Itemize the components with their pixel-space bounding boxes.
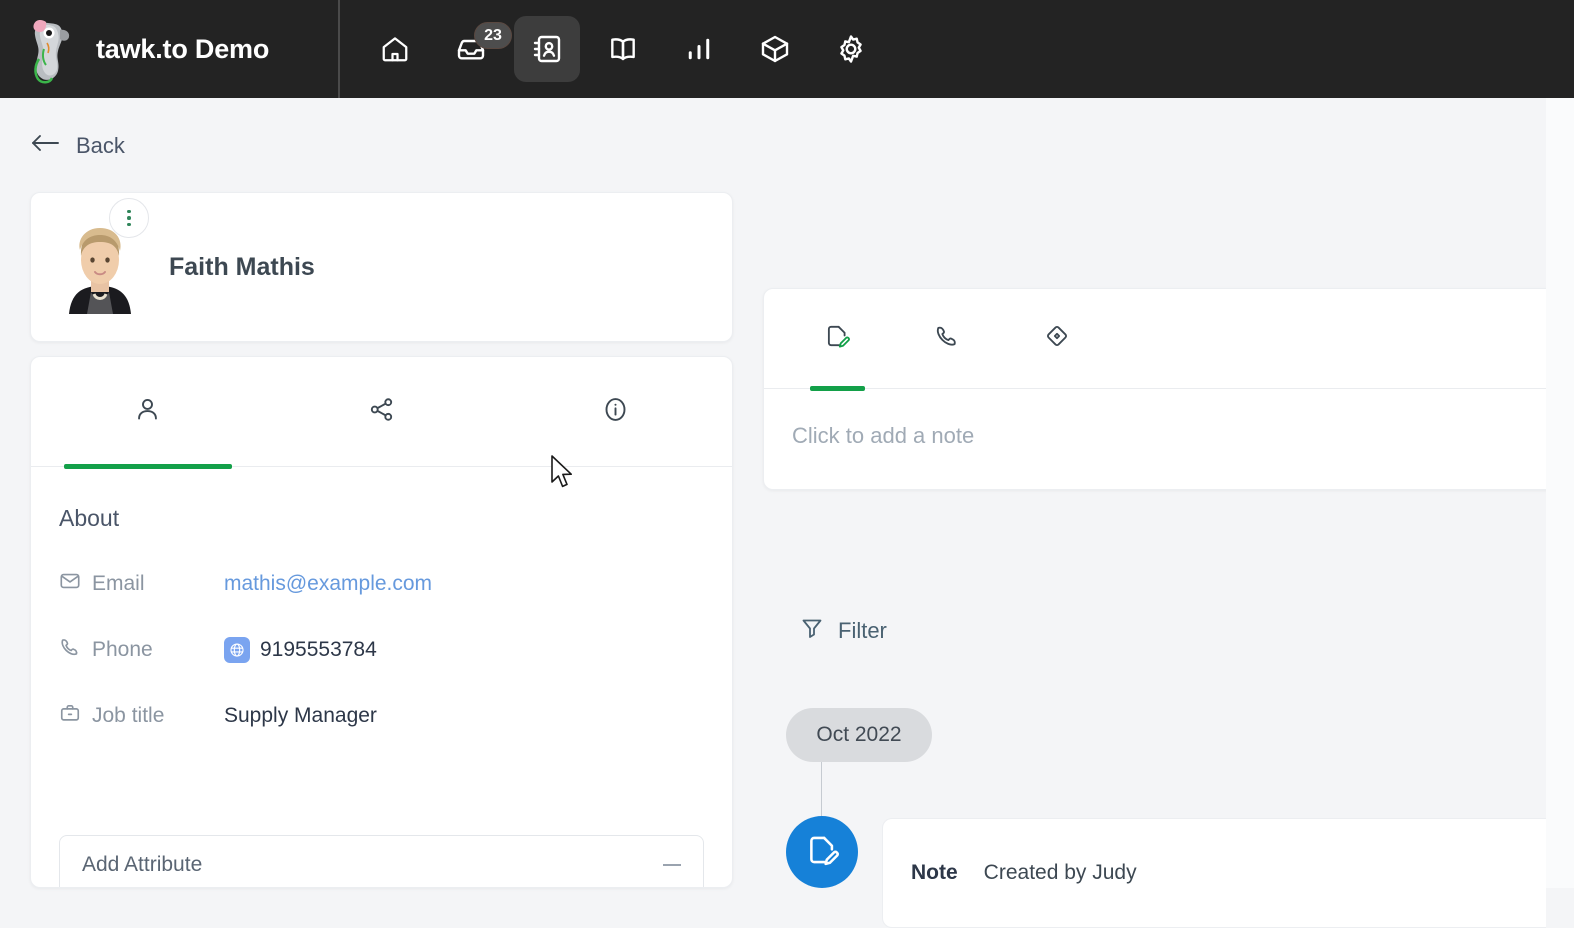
tab-call[interactable] xyxy=(892,289,1002,389)
phone-value-text: 9195553784 xyxy=(260,638,377,662)
attribute-row-job-title: Job title Supply Manager xyxy=(31,702,732,730)
country-flag-icon xyxy=(224,637,250,663)
attribute-row-email: Email mathis@example.com xyxy=(31,570,732,598)
avatar-wrapper xyxy=(61,220,139,314)
attribute-key-phone: Phone xyxy=(59,636,224,664)
info-icon xyxy=(602,396,629,428)
note-edit-icon xyxy=(805,833,839,872)
nav-item-shop[interactable] xyxy=(742,16,808,82)
tab-tag-indicator xyxy=(1030,386,1085,391)
activity-composer-card: Click to add a note xyxy=(763,288,1574,490)
brand-name: tawk.to Demo xyxy=(96,34,269,65)
person-icon xyxy=(134,396,161,428)
attribute-key-job-title: Job title xyxy=(59,702,224,730)
add-attribute-field[interactable]: Add Attribute xyxy=(59,835,704,888)
tab-tag[interactable] xyxy=(1002,289,1112,389)
tag-icon xyxy=(1044,323,1070,354)
attribute-value-email[interactable]: mathis@example.com xyxy=(224,572,432,596)
briefcase-icon xyxy=(59,702,81,730)
attribute-label-job-title: Job title xyxy=(92,704,164,728)
note-input-placeholder[interactable]: Click to add a note xyxy=(764,389,1574,449)
funnel-icon xyxy=(800,616,824,645)
nav-item-home[interactable] xyxy=(362,16,428,82)
tab-connections[interactable] xyxy=(265,357,499,467)
attribute-value-job-title[interactable]: Supply Manager xyxy=(224,704,377,728)
profile-summary-card: Faith Mathis xyxy=(30,192,733,342)
contact-detail-card: About Email mathis@example.com xyxy=(30,356,733,888)
tab-call-indicator xyxy=(920,386,975,391)
filter-button[interactable]: Filter xyxy=(800,616,887,645)
nav-item-inbox[interactable]: 23 xyxy=(438,16,504,82)
attribute-key-email: Email xyxy=(59,570,224,598)
brand-area[interactable]: tawk.to Demo xyxy=(0,0,340,98)
nav-item-reporting[interactable] xyxy=(666,16,732,82)
profile-name: Faith Mathis xyxy=(169,253,315,282)
tab-note-indicator xyxy=(810,386,865,391)
activity-composer-tabs xyxy=(764,289,1574,389)
nav-item-settings[interactable] xyxy=(818,16,884,82)
about-section-title: About xyxy=(59,505,732,532)
back-button[interactable]: Back xyxy=(30,132,125,159)
page-scrollbar-gutter[interactable] xyxy=(1546,98,1574,888)
envelope-icon xyxy=(59,570,81,598)
tab-about[interactable] xyxy=(31,357,265,467)
attribute-row-phone: Phone 9195553784 xyxy=(31,636,732,664)
timeline-entry-card[interactable]: Note Created by Judy xyxy=(882,818,1546,928)
minus-icon[interactable] xyxy=(663,864,681,866)
profile-options-kebab-menu-icon[interactable] xyxy=(109,198,149,238)
nav-item-contacts[interactable] xyxy=(514,16,580,82)
inbox-unread-badge: 23 xyxy=(474,22,512,49)
job-title-value-text: Supply Manager xyxy=(224,704,377,728)
filter-label: Filter xyxy=(838,618,887,644)
page-body: Back xyxy=(0,98,1546,888)
back-label: Back xyxy=(76,133,125,159)
tab-about-indicator xyxy=(64,464,232,469)
attribute-label-email: Email xyxy=(92,572,145,596)
phone-icon xyxy=(934,323,960,354)
tab-info-indicator xyxy=(531,464,699,469)
activity-timeline: Oct 2022 Note Created by Judy xyxy=(786,708,1546,762)
attribute-label-phone: Phone xyxy=(92,638,153,662)
tawk-bird-logo-icon xyxy=(22,13,80,85)
tab-note[interactable] xyxy=(782,289,892,389)
detail-tabs xyxy=(31,357,732,467)
tab-info[interactable] xyxy=(498,357,732,467)
add-attribute-placeholder: Add Attribute xyxy=(82,853,202,877)
attribute-value-phone[interactable]: 9195553784 xyxy=(224,637,377,663)
timeline-month-pill: Oct 2022 xyxy=(786,708,932,762)
arrow-left-icon xyxy=(30,132,60,159)
nav-item-knowledge-base[interactable] xyxy=(590,16,656,82)
timeline-entry-meta: Created by Judy xyxy=(984,861,1137,885)
phone-icon xyxy=(59,636,81,664)
note-edit-icon xyxy=(824,323,850,354)
timeline-node-icon xyxy=(786,816,858,888)
email-value-text: mathis@example.com xyxy=(224,572,432,596)
nav-icon-group: 23 xyxy=(340,0,884,98)
share-icon xyxy=(368,396,395,428)
top-navigation-bar: tawk.to Demo 23 xyxy=(0,0,1574,98)
timeline-entry-type: Note xyxy=(911,861,958,885)
tab-connections-indicator xyxy=(297,464,465,469)
